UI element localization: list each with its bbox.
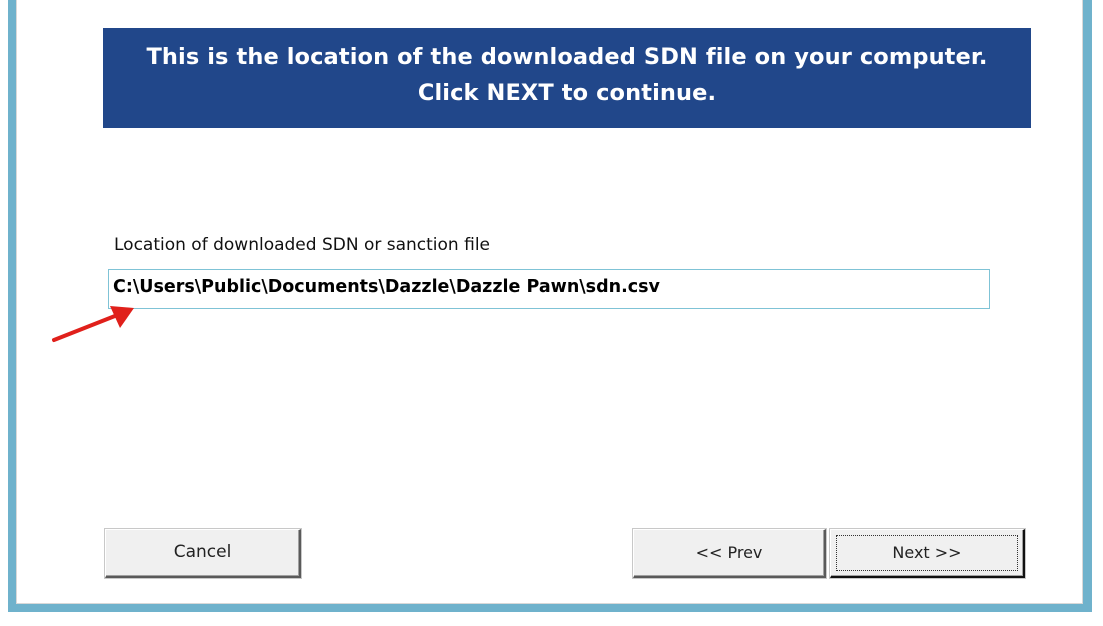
- next-button-label: Next >>: [892, 543, 962, 562]
- wizard-window: This is the location of the downloaded S…: [0, 0, 1103, 626]
- prev-button-label: << Prev: [695, 543, 763, 562]
- cancel-button[interactable]: Cancel: [105, 529, 301, 578]
- window-border-bottom: [8, 604, 1092, 612]
- file-location-value: C:\Users\Public\Documents\Dazzle\Dazzle …: [113, 277, 660, 297]
- banner-line-1: This is the location of the downloaded S…: [146, 44, 988, 70]
- window-border-right: [1083, 0, 1092, 612]
- cancel-button-label: Cancel: [173, 542, 232, 562]
- window-border-left: [8, 0, 16, 612]
- file-location-field[interactable]: C:\Users\Public\Documents\Dazzle\Dazzle …: [108, 269, 990, 309]
- instruction-banner: This is the location of the downloaded S…: [103, 28, 1031, 128]
- banner-line-2: Click NEXT to continue.: [417, 80, 717, 106]
- prev-button[interactable]: << Prev: [633, 529, 826, 578]
- next-button[interactable]: Next >>: [830, 529, 1025, 578]
- file-location-label: Location of downloaded SDN or sanction f…: [114, 235, 491, 255]
- red-arrow-icon: [52, 306, 134, 342]
